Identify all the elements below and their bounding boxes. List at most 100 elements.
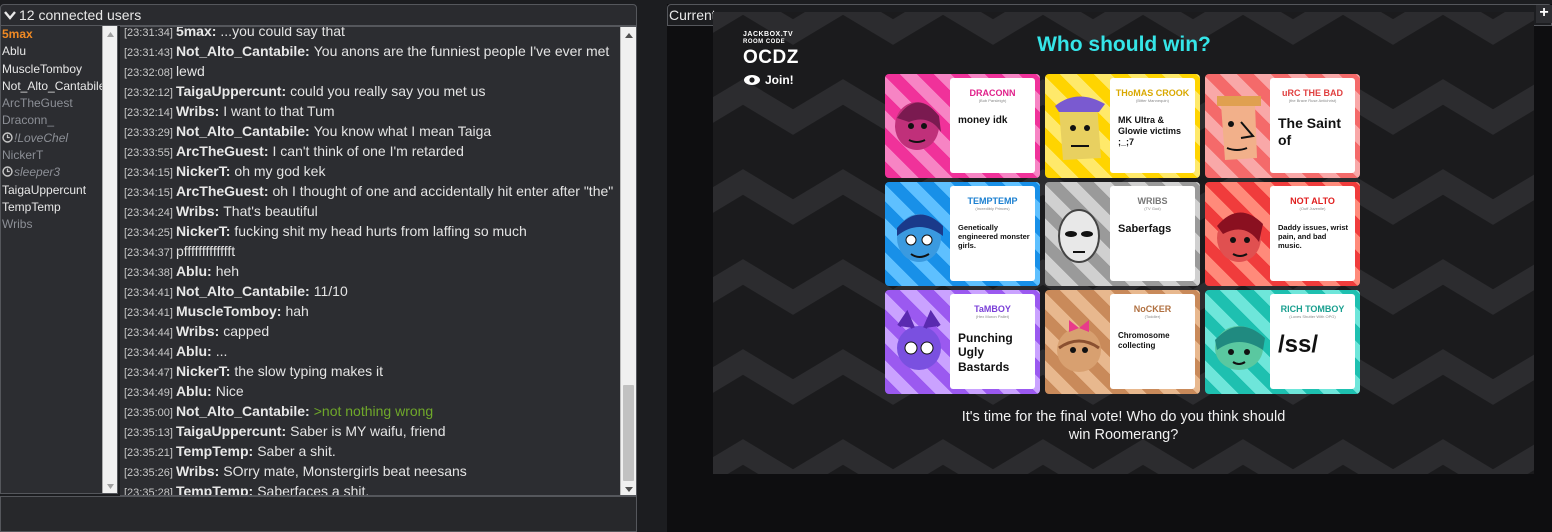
message-text: Saber a shit. [257, 443, 336, 459]
message-text: Nice [215, 383, 244, 399]
timestamp: [23:34:41] [124, 287, 173, 299]
message-username[interactable]: TaigaUppercunt: [176, 423, 286, 439]
player-name: uRC THE BAD [1282, 88, 1343, 98]
message-username[interactable]: NickerT: [176, 163, 230, 179]
scroll-up-arrow-icon[interactable] [621, 27, 636, 43]
scroll-down-arrow-icon[interactable] [103, 478, 117, 493]
player-subtitle: (the Brave Ruse Antichrist) [1288, 98, 1337, 103]
player-answer: Saberfags [1118, 223, 1172, 235]
message-username[interactable]: ArcTheGuest: [176, 143, 269, 159]
userlist-item[interactable]: Not_Alto_Cantabile [1, 78, 104, 95]
player-answer: Genetically engineered monster girls. [958, 223, 1030, 250]
player-name: TaMBOY [974, 304, 1011, 314]
message-text: lewd [175, 63, 205, 79]
message-username[interactable]: Ablu: [176, 383, 212, 399]
chat-message: [23:31:34] 5max: ...you could say that [124, 26, 616, 41]
message-buffer: [23:31:34] 5max: ...you could say that [23:… [120, 26, 637, 496]
chat-message: [23:34:44] Ablu:... [124, 341, 616, 361]
message-username[interactable]: TempTemp: [176, 443, 253, 459]
timestamp: [23:34:24] [124, 207, 173, 219]
player-name: DRACONN [969, 88, 1016, 98]
chat-scrollbar[interactable] [620, 27, 636, 495]
scroll-up-arrow-icon[interactable] [103, 26, 117, 42]
message-username[interactable]: Wribs: [176, 203, 219, 219]
chat-message: [23:32:14] Wribs: I want to that Tum [124, 101, 616, 121]
player-subtitle: (TV God) [1144, 206, 1161, 211]
userlist-item[interactable]: !LoveChel [1, 130, 104, 147]
player-answer: Daddy issues, wrist pain, and bad music. [1278, 223, 1349, 250]
userlist-item[interactable]: MuscleTomboy [1, 61, 104, 78]
chat-message: [23:34:25] NickerT: fucking shit my head h… [124, 221, 616, 241]
message-username[interactable]: Wribs: [176, 323, 219, 339]
message-username[interactable]: Not_Alto_Cantabile: [176, 43, 310, 59]
timestamp: [23:35:13] [124, 427, 173, 439]
userlist-item[interactable]: Wribs [1, 216, 104, 233]
message-username[interactable]: MuscleTomboy: [176, 303, 282, 319]
timestamp: [23:34:49] [124, 387, 173, 399]
userlist-item[interactable]: 5max [1, 26, 104, 43]
game-caption: It's time for the final vote! Who do you… [961, 409, 1286, 443]
timestamp: [23:31:43] [124, 47, 173, 59]
message-username[interactable]: Ablu: [176, 343, 212, 359]
chat-message: [23:34:44] Wribs: capped [124, 321, 616, 341]
chat-message: [23:35:00] Not_Alto_Cantabile: >not nothin… [124, 401, 616, 421]
chat-message: [23:35:28] TempTemp: Saberfaces a shit. [124, 481, 616, 495]
message-username[interactable]: TempTemp: [176, 483, 253, 495]
message-username[interactable]: Not_Alto_Cantabile: [176, 403, 310, 419]
chat-message: [23:32:08] lewd [124, 61, 616, 81]
chat-message: [23:34:38] Ablu: heh [124, 261, 616, 281]
userlist-scrollbar[interactable] [102, 26, 117, 493]
message-username[interactable]: Not_Alto_Cantabile: [176, 283, 310, 299]
userlist-item[interactable]: NickerT [1, 147, 104, 164]
username: ArcTheGuest [2, 96, 73, 111]
userlist-toggle[interactable]: 12 connected users [0, 4, 637, 26]
message-username[interactable]: Wribs: [176, 103, 219, 119]
message-text: I want to that Tum [223, 103, 335, 119]
video-letterbox [667, 474, 1552, 532]
message-text: I can't think of one I'm retarded [272, 143, 464, 159]
userlist-item[interactable]: TaigaUppercunt [1, 182, 104, 199]
player-answer: The Saint of [1278, 115, 1342, 148]
message-username[interactable]: Ablu: [176, 263, 212, 279]
player-subtitle: (Bitter Mannequin) [1136, 98, 1169, 103]
message-text: ...you could say that [220, 26, 345, 39]
answer-panel: uRC THE BAD (the Brave Ruse Antichrist) Th… [1270, 78, 1355, 173]
player-name: THoMAS CROOK [1115, 88, 1190, 98]
player-cards: DRACONN (Bob Parsleigh) money idk THoMAS CR… [885, 74, 1361, 396]
userlist: 5max Ablu MuscleTomboy Not_Alto_Cantabile Ar… [0, 26, 118, 494]
player-card: WRIBS (TV God) Saberfags [1045, 182, 1200, 286]
plus-button[interactable]: + [1536, 5, 1552, 23]
timestamp: [23:33:55] [124, 147, 173, 159]
message-username[interactable]: TaigaUppercunt: [176, 83, 286, 99]
avatar [1217, 96, 1261, 160]
player-subtitle: (Toddler) [1144, 314, 1161, 319]
message-username[interactable]: NickerT: [176, 223, 230, 239]
chat-input[interactable] [0, 496, 637, 532]
timestamp: [23:35:00] [124, 407, 173, 419]
userlist-item[interactable]: TempTemp [1, 199, 104, 216]
message-text: capped [223, 323, 270, 339]
message-username[interactable]: Wribs: [176, 463, 219, 479]
message-username[interactable]: 5max: [176, 27, 216, 39]
chat-message: [23:34:24] Wribs: That's beautiful [124, 201, 616, 221]
player-subtitle: (Bob Parsleigh) [978, 98, 1007, 103]
player-subtitle: (Hex Moron Pallet) [975, 314, 1010, 319]
scroll-thumb[interactable] [623, 385, 634, 481]
timestamp: [23:34:37] [124, 247, 173, 259]
message-text: 11/10 [313, 283, 348, 299]
userlist-item[interactable]: sleeper3 [1, 164, 104, 181]
userlist-item[interactable]: Draconn_ [1, 112, 104, 129]
userlist-item[interactable]: ArcTheGuest [1, 95, 104, 112]
answer-panel: RICH TOMBOY (Loves Shutter With OPG) /ss/ [1270, 294, 1355, 389]
message-username[interactable]: Not_Alto_Cantabile: [176, 123, 310, 139]
message-username[interactable]: ArcTheGuest: [176, 183, 269, 199]
video-player[interactable]: JACKBOX.TV ROOM CODE OCDZ Join! Who shou… [713, 12, 1534, 474]
message-text: the slow typing makes it [234, 363, 384, 379]
clock-icon [2, 166, 13, 178]
player-subtitle: (Ouff Juvenile) [1299, 206, 1326, 211]
player-name: WRIBS [1137, 196, 1168, 206]
scroll-down-arrow-icon[interactable] [621, 481, 636, 495]
userlist-item[interactable]: Ablu [1, 43, 104, 60]
timestamp: [23:32:14] [124, 107, 173, 119]
message-username[interactable]: NickerT: [176, 363, 230, 379]
